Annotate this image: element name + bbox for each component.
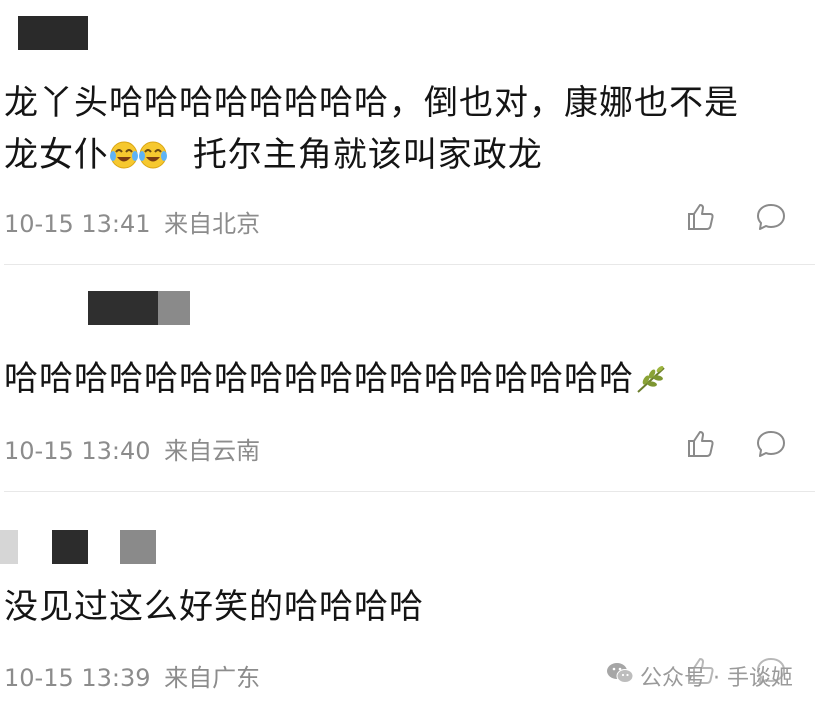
comment-text-line1: 龙丫头哈哈哈哈哈哈哈哈，倒也对，康娜也不是 <box>4 76 739 130</box>
reply-icon[interactable] <box>754 200 788 234</box>
comment-location: 来自广东 <box>164 664 261 692</box>
comment-meta: 10-15 13:40 来自云南 <box>4 431 260 466</box>
comment-text: 龙丫头哈哈哈哈哈哈哈哈，倒也对，康娜也不是 <box>4 83 739 123</box>
comment-text: 托尔主角就该叫家政龙 <box>192 135 543 175</box>
comment-text-line2: 龙女仆 托尔主角就该叫家政龙 <box>4 128 543 188</box>
cry-laugh-emoji <box>109 134 169 188</box>
comment-text: 哈哈哈哈哈哈哈哈哈哈哈哈哈哈哈哈哈哈 <box>4 359 634 399</box>
redacted-username <box>158 291 190 325</box>
leaf-emoji <box>634 358 668 412</box>
comment-text-line1: 没见过这么好笑的哈哈哈哈 <box>4 580 424 634</box>
comment-text: 没见过这么好笑的哈哈哈哈 <box>4 587 424 627</box>
redacted-username <box>52 530 88 564</box>
comment-location: 来自云南 <box>164 437 261 465</box>
watermark: 公众号 · 手谈姬 <box>606 660 793 692</box>
comment-divider <box>4 264 815 265</box>
comment-divider <box>4 491 815 492</box>
comment-location: 来自北京 <box>164 210 261 238</box>
like-icon[interactable] <box>684 427 718 461</box>
watermark-text: 公众号 · 手谈姬 <box>640 666 793 691</box>
comment-text: 龙女仆 <box>4 135 109 175</box>
comment-time: 10-15 13:41 <box>4 210 151 238</box>
comment-text-line1: 哈哈哈哈哈哈哈哈哈哈哈哈哈哈哈哈哈哈 <box>4 352 668 412</box>
comment-time: 10-15 13:40 <box>4 437 151 465</box>
redacted-username <box>120 530 156 564</box>
comment-meta: 10-15 13:41 来自北京 <box>4 204 260 239</box>
reply-icon[interactable] <box>754 427 788 461</box>
comment-meta: 10-15 13:39 来自广东 <box>4 658 260 693</box>
wechat-icon <box>606 661 634 691</box>
redacted-username <box>0 530 18 564</box>
like-icon[interactable] <box>684 200 718 234</box>
redacted-username <box>18 16 88 50</box>
comment-time: 10-15 13:39 <box>4 664 151 692</box>
redacted-username <box>88 291 158 325</box>
